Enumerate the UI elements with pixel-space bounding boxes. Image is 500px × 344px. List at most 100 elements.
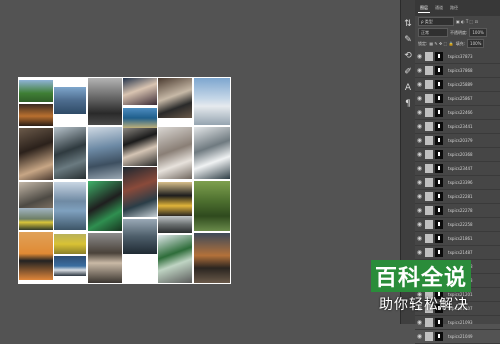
layer-name[interactable]: txpics21487	[448, 250, 473, 255]
photo-tile[interactable]	[19, 128, 53, 180]
photo-tile[interactable]	[19, 208, 53, 230]
layer-row[interactable]: ◉ txpics20379	[415, 134, 500, 148]
opacity-field[interactable]: 100%	[469, 28, 487, 37]
layer-row[interactable]: ◉ txpics22466	[415, 106, 500, 120]
layer-thumbnail	[425, 66, 433, 75]
photo-tile[interactable]	[54, 87, 86, 114]
eye-icon[interactable]: ◉	[415, 235, 424, 242]
photo-tile[interactable]	[54, 256, 86, 276]
layer-name[interactable]: txpics20368	[448, 152, 473, 157]
layer-row[interactable]: ◉ txpics21093	[415, 316, 500, 330]
eye-icon[interactable]: ◉	[415, 95, 424, 102]
tab-paths[interactable]: 路径	[448, 4, 460, 12]
layer-row[interactable]: ◉ txpics23441	[415, 120, 500, 134]
eye-icon[interactable]: ◉	[415, 137, 424, 144]
photo-tile[interactable]	[88, 78, 122, 125]
eye-icon[interactable]: ◉	[415, 81, 424, 88]
photo-tile[interactable]	[123, 219, 157, 254]
layer-row[interactable]: ◉ txpics21049	[415, 330, 500, 344]
eye-icon[interactable]: ◉	[415, 193, 424, 200]
layer-name[interactable]: txpics22258	[448, 222, 473, 227]
layer-row[interactable]: ◉ txpics20368	[415, 148, 500, 162]
layer-row[interactable]: ◉ txpics23447	[415, 162, 500, 176]
photo-tile[interactable]	[194, 127, 230, 179]
eye-icon[interactable]: ◉	[415, 67, 424, 74]
photo-tile[interactable]	[19, 80, 53, 102]
photo-tile[interactable]	[194, 78, 230, 125]
layer-row[interactable]: ◉ txpics25889	[415, 78, 500, 92]
photo-tile[interactable]	[123, 128, 157, 166]
photo-tile[interactable]	[88, 233, 122, 283]
eye-icon[interactable]: ◉	[415, 123, 424, 130]
eye-icon[interactable]: ◉	[415, 179, 424, 186]
layer-name[interactable]: txpics23396	[448, 180, 473, 185]
layer-row[interactable]: ◉ txpics22258	[415, 218, 500, 232]
photo-tile[interactable]	[54, 127, 86, 179]
layer-row[interactable]: ◉ txpics22278	[415, 204, 500, 218]
filter-icons[interactable]: ▣ ◐ T ⬚ ⊡	[456, 19, 478, 24]
photo-tile[interactable]	[123, 108, 157, 128]
layer-name[interactable]: txpics22466	[448, 110, 473, 115]
layer-name[interactable]: txpics21049	[448, 334, 473, 339]
photo-tile[interactable]	[158, 235, 192, 283]
layer-name[interactable]: txpics37868	[448, 68, 473, 73]
fill-field[interactable]: 100%	[467, 39, 485, 48]
eye-icon[interactable]: ◉	[415, 333, 424, 340]
paragraph-icon[interactable]: ¶	[401, 96, 415, 112]
brush-icon[interactable]: ✎	[401, 32, 415, 48]
lock-icon[interactable]: ▦ ✎ ✥ ⬚ 🔒	[429, 41, 453, 46]
tab-layers[interactable]: 图层	[418, 4, 430, 13]
photo-tile[interactable]	[19, 232, 53, 280]
photo-tile[interactable]	[88, 181, 122, 231]
layer-row[interactable]: ◉ txpics22281	[415, 190, 500, 204]
photo-tile[interactable]	[54, 182, 86, 230]
layer-row[interactable]: ◉ txpics25867	[415, 92, 500, 106]
layer-name[interactable]: txpics21861	[448, 236, 473, 241]
layer-name[interactable]: txpics25867	[448, 96, 473, 101]
layer-row[interactable]: ◉ txpics23396	[415, 176, 500, 190]
eye-icon[interactable]: ◉	[415, 151, 424, 158]
layer-row[interactable]: ◉ txpics37868	[415, 64, 500, 78]
layer-name[interactable]: txpics21093	[448, 320, 473, 325]
photo-tile[interactable]	[88, 127, 122, 179]
pen-icon[interactable]: ✐	[401, 64, 415, 80]
layer-name[interactable]: txpics23447	[448, 166, 473, 171]
swap-icon[interactable]: ⇅	[401, 16, 415, 32]
history-icon[interactable]: ⟲	[401, 48, 415, 64]
photo-tile[interactable]	[194, 233, 230, 283]
layer-name[interactable]: txpics20379	[448, 138, 473, 143]
layer-name[interactable]: txpics23441	[448, 124, 473, 129]
photo-tile[interactable]	[123, 254, 157, 283]
photo-tile[interactable]	[123, 78, 157, 105]
layer-name[interactable]: txpics22281	[448, 194, 473, 199]
eye-icon[interactable]: ◉	[415, 207, 424, 214]
blend-row: 正常 不透明度: 100%	[415, 27, 500, 38]
photo-tile[interactable]	[194, 181, 230, 231]
eye-icon[interactable]: ◉	[415, 249, 424, 256]
blend-mode-select[interactable]: 正常	[418, 28, 448, 37]
layer-row[interactable]: ◉ txpics37873	[415, 50, 500, 64]
photo-tile[interactable]	[123, 167, 157, 217]
photo-tile[interactable]	[19, 104, 53, 126]
photo-tile[interactable]	[158, 78, 192, 118]
document-canvas[interactable]	[18, 77, 231, 284]
eye-icon[interactable]: ◉	[415, 53, 424, 60]
layer-kind-filter[interactable]: ρ 类型	[418, 17, 454, 26]
photo-tile[interactable]	[158, 182, 192, 216]
eye-icon[interactable]: ◉	[415, 221, 424, 228]
eye-icon[interactable]: ◉	[415, 319, 424, 326]
photo-tile[interactable]	[158, 216, 192, 233]
layer-row[interactable]: ◉ txpics21861	[415, 232, 500, 246]
eye-icon[interactable]: ◉	[415, 165, 424, 172]
photo-tile[interactable]	[54, 234, 86, 254]
layer-mask	[435, 52, 443, 61]
tab-channels[interactable]: 通道	[433, 4, 445, 12]
eye-icon[interactable]: ◉	[415, 109, 424, 116]
layer-name[interactable]: txpics25889	[448, 82, 473, 87]
canvas-area[interactable]	[0, 0, 400, 324]
type-icon[interactable]: A	[401, 80, 415, 96]
layer-thumbnail	[425, 52, 433, 61]
layer-name[interactable]: txpics22278	[448, 208, 473, 213]
layer-name[interactable]: txpics37873	[448, 54, 473, 59]
photo-tile[interactable]	[158, 127, 192, 179]
